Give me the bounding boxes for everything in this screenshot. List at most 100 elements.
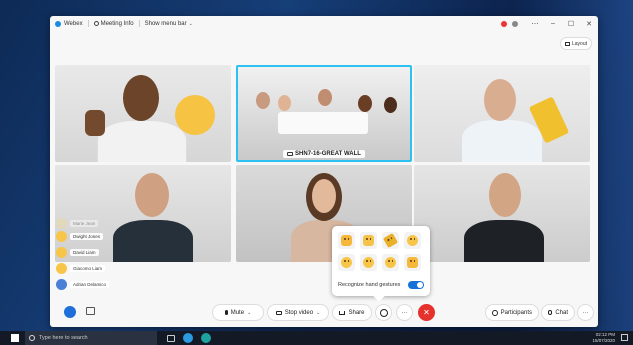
clap-reaction-button[interactable]: [360, 232, 377, 249]
thumbs-up-icon: [56, 262, 67, 274]
meeting-info-button[interactable]: Meeting Info: [93, 21, 134, 27]
thumbs-up-icon: [56, 230, 67, 242]
recognize-gestures-toggle[interactable]: [408, 281, 424, 289]
participant-head: [489, 173, 521, 217]
party-popper-icon: [56, 278, 67, 290]
participant-head: [484, 79, 516, 121]
chat-button[interactable]: Chat: [541, 304, 575, 321]
participant-head: [278, 95, 291, 111]
participant-body: [464, 220, 544, 262]
sad-reaction-button[interactable]: [382, 254, 399, 271]
more-options-button[interactable]: ⋯: [526, 20, 544, 28]
thumbs-up-reaction-button[interactable]: [338, 232, 355, 249]
show-menu-bar-label: Show menu bar: [144, 20, 187, 27]
video-tile-active-speaker[interactable]: SHN7-16-GREAT WALL: [236, 65, 412, 162]
reaction-name: Dwight Jones: [70, 232, 104, 240]
end-icon: ✕: [423, 308, 430, 317]
chevron-down-icon: ⌄: [247, 309, 252, 316]
divider: [87, 20, 89, 27]
webex-app-icon[interactable]: [183, 333, 193, 343]
divider: [138, 20, 140, 27]
microphone-icon: [224, 310, 228, 315]
conference-table: [278, 112, 368, 134]
room-name-text: SHN7-16-GREAT WALL: [295, 151, 361, 157]
system-clock[interactable]: 02:12 PM 15/07/2020: [592, 332, 615, 344]
grid-view-icon[interactable]: [86, 307, 95, 315]
windows-start-icon[interactable]: [11, 334, 19, 342]
task-view-icon[interactable]: [167, 334, 175, 342]
share-icon: [339, 310, 346, 315]
info-icon: [93, 21, 99, 26]
share-label: Share: [348, 309, 365, 316]
participant-head: [318, 89, 332, 106]
title-bar: Webex Meeting Info Show menu bar ⌄ ⋯ – ☐…: [50, 16, 598, 31]
maximize-button[interactable]: ☐: [562, 20, 580, 28]
stop-video-button[interactable]: Stop video ⌄: [267, 304, 329, 321]
clap-icon: [363, 235, 374, 246]
mute-button[interactable]: Mute ⌄: [212, 304, 264, 321]
search-icon: [29, 335, 35, 341]
thumbs-up-hand: [85, 110, 105, 136]
thumbs-down-reaction-button[interactable]: [404, 254, 421, 271]
thumbs-down-icon: [407, 257, 418, 268]
video-tile-1[interactable]: [55, 65, 231, 162]
edge-browser-icon[interactable]: [201, 333, 211, 343]
share-button[interactable]: Share: [332, 304, 372, 321]
windows-taskbar: Type here to search 02:12 PM 15/07/2020: [0, 331, 633, 345]
reactions-button[interactable]: [375, 304, 392, 321]
layout-button[interactable]: Layout: [560, 37, 592, 50]
app-name: Webex: [64, 20, 83, 27]
reaction-item: Dwight Jones: [56, 228, 126, 244]
smile-reaction-button[interactable]: [404, 232, 421, 249]
more-options-button[interactable]: ···: [396, 304, 413, 321]
more-label: ···: [401, 309, 408, 316]
participants-button[interactable]: Participants: [485, 304, 539, 321]
smiley-icon: [379, 308, 388, 317]
participant-head: [135, 173, 169, 217]
party-popper-icon: [382, 232, 399, 249]
recognize-gestures-label: Recognize hand gestures: [338, 282, 401, 288]
chevron-down-icon: ⌄: [188, 20, 193, 27]
reaction-item: David Liam: [56, 244, 126, 260]
room-device-icon: [287, 152, 294, 156]
participant-body: [462, 120, 542, 162]
camera-icon: [275, 310, 282, 315]
laugh-reaction-button[interactable]: [338, 254, 355, 271]
surprised-reaction-button[interactable]: [360, 254, 377, 271]
minimize-button[interactable]: –: [544, 20, 562, 27]
search-placeholder: Type here to search: [39, 335, 88, 341]
recording-indicator-icon[interactable]: [501, 20, 507, 27]
taskbar-search[interactable]: Type here to search: [25, 331, 157, 345]
reaction-name: Giacomo Liam: [70, 264, 106, 272]
participant-head: [358, 95, 372, 112]
reaction-name: Adrian Delamico: [70, 280, 110, 288]
party-reaction-button[interactable]: [382, 232, 399, 249]
webex-assistant-icon[interactable]: [64, 306, 76, 318]
video-tile-3[interactable]: [414, 65, 590, 162]
participant-head: [384, 97, 397, 113]
webex-logo-icon: [55, 20, 61, 27]
meeting-controls-bar: Mute ⌄ Stop video ⌄ Share ··· ✕ Particip…: [50, 299, 598, 327]
reaction-name: Marie Jean: [70, 220, 99, 227]
reactions-feed: Marie Jean Dwight Jones David Liam Giaco…: [56, 218, 126, 292]
more-label: ···: [582, 309, 589, 316]
smile-icon: [56, 246, 67, 258]
security-info-icon[interactable]: [512, 20, 518, 27]
panel-more-button[interactable]: ···: [577, 304, 594, 321]
participants-icon: [492, 309, 498, 316]
show-menu-bar-button[interactable]: Show menu bar ⌄: [145, 21, 193, 27]
participant-head: [256, 92, 270, 109]
sad-icon: [385, 257, 396, 268]
layout-label: Layout: [571, 40, 587, 47]
video-tile-6[interactable]: [414, 165, 590, 262]
reaction-name: David Liam: [70, 248, 99, 256]
participant-head: [123, 75, 159, 121]
notification-icon[interactable]: [621, 334, 628, 341]
end-meeting-button[interactable]: ✕: [418, 304, 435, 321]
chevron-down-icon: ⌄: [316, 309, 321, 316]
close-button[interactable]: ✕: [580, 20, 598, 28]
thumbs-up-icon: [341, 235, 352, 246]
chat-label: Chat: [555, 309, 568, 316]
laugh-icon: [341, 257, 352, 268]
stop-video-label: Stop video: [284, 309, 314, 316]
